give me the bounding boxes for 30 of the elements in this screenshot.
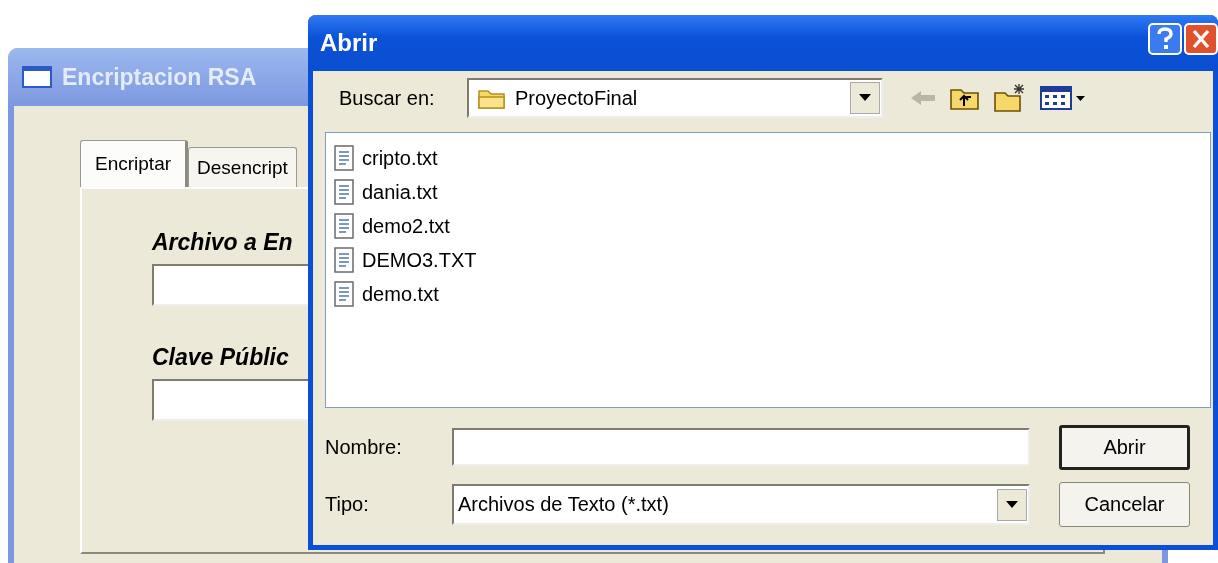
- window-icon: [22, 66, 52, 88]
- document-icon[interactable]: [334, 145, 354, 171]
- dialog-button[interactable]: Cancelar: [1059, 482, 1190, 527]
- name-label: Nombre:: [325, 435, 403, 459]
- dialog-button[interactable]: Abrir: [1059, 425, 1190, 470]
- type-dropdown[interactable]: Archivos de Texto (*.txt): [452, 484, 1030, 525]
- document-icon[interactable]: [334, 179, 354, 205]
- document-icon[interactable]: [334, 247, 354, 273]
- file-name[interactable]: cripto.txt: [362, 146, 438, 170]
- tab[interactable]: Desencript: [188, 147, 297, 187]
- look-in-label: Buscar en:: [338, 86, 436, 110]
- new-folder-icon[interactable]: [993, 83, 1027, 113]
- document-icon[interactable]: [334, 281, 354, 307]
- document-icon[interactable]: [334, 213, 354, 239]
- tab[interactable]: Encriptar: [80, 140, 189, 187]
- file-name[interactable]: DEMO3.TXT: [362, 248, 477, 272]
- type-label: Tipo:: [325, 493, 370, 516]
- field-label: Archivo a En: [152, 229, 294, 256]
- close-button[interactable]: [1184, 23, 1218, 55]
- look-in-dropdown[interactable]: ProyectoFinal: [467, 78, 883, 118]
- help-button[interactable]: [1148, 23, 1182, 55]
- dropdown-value: ProyectoFinal: [515, 86, 639, 110]
- dropdown-value: Archivos de Texto (*.txt): [458, 493, 670, 516]
- file-name[interactable]: demo2.txt: [362, 214, 450, 238]
- dialog-title: Abrir: [320, 29, 378, 57]
- file-name[interactable]: dania.txt: [362, 180, 438, 204]
- field-label: Clave Públic: [152, 344, 290, 371]
- window-title: Encriptacion RSA: [62, 63, 257, 91]
- file-name[interactable]: demo.txt: [362, 282, 439, 306]
- name-input[interactable]: [452, 428, 1030, 466]
